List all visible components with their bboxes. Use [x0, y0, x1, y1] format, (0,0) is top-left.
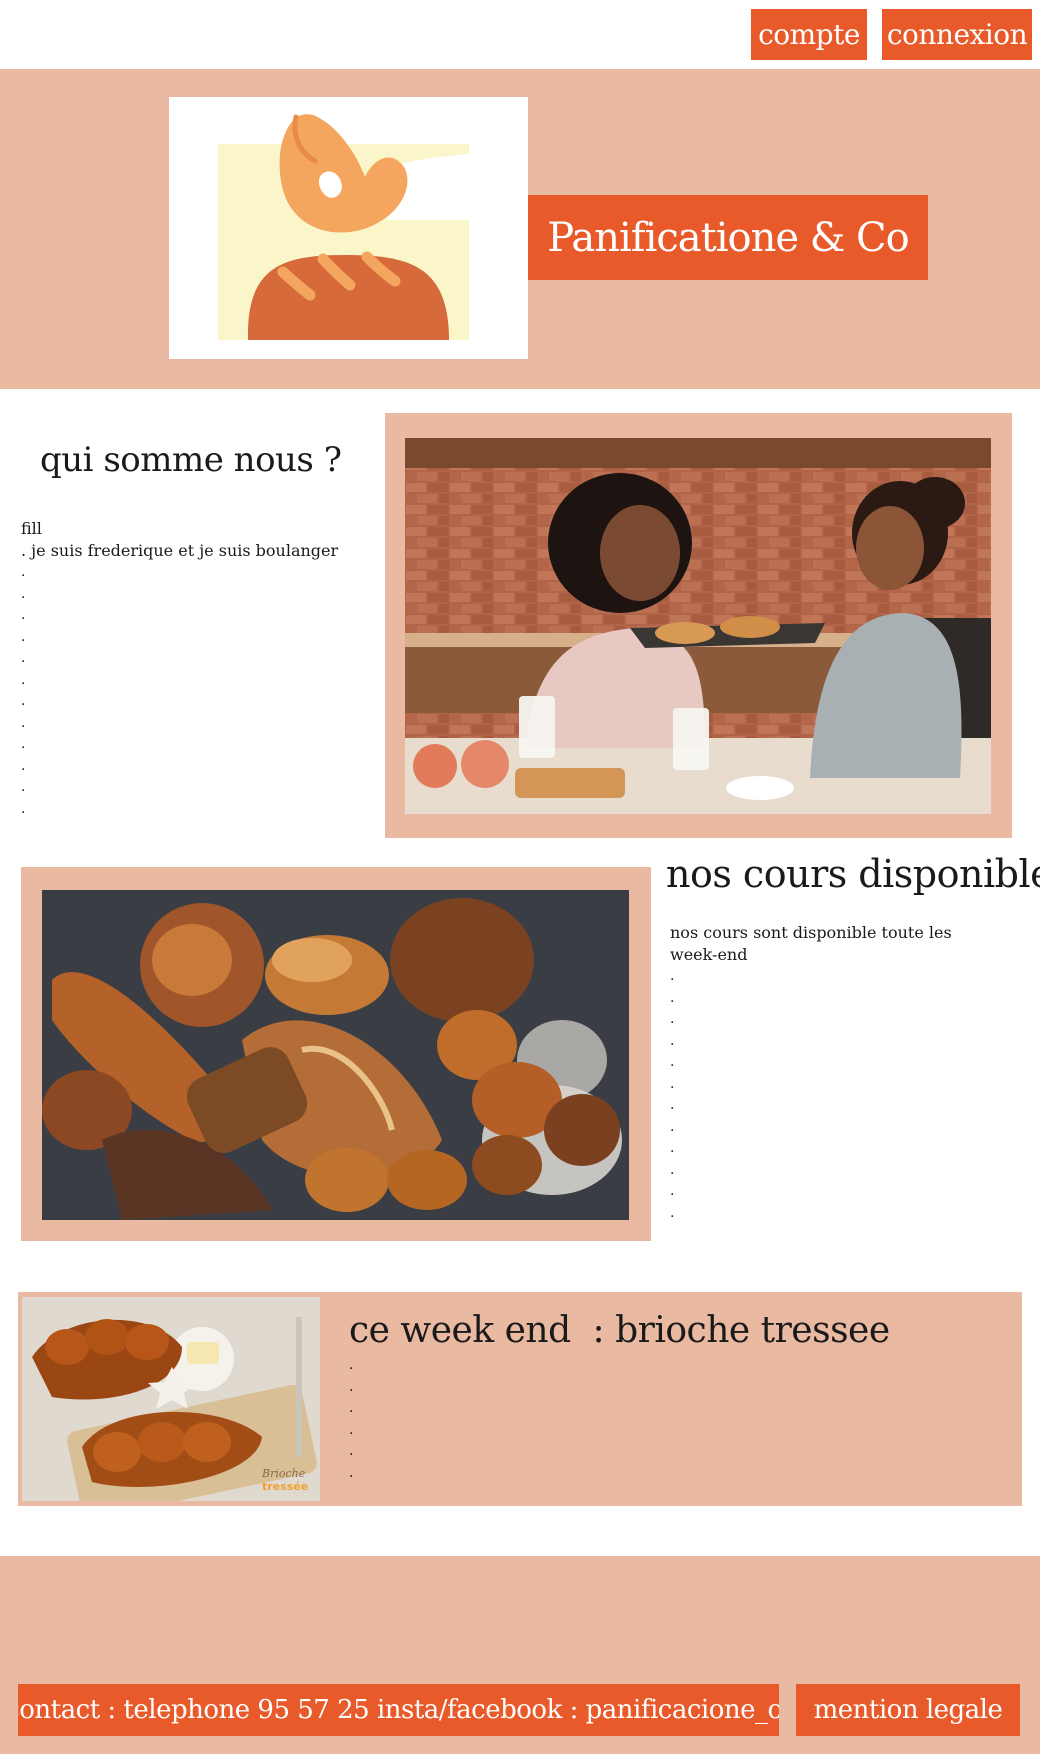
brand-name: Panificatione & Co	[547, 214, 909, 261]
brioche-photo-caption-1: Brioche	[262, 1467, 306, 1480]
about-dots: . . . . . . . . . . . .	[21, 564, 26, 817]
about-text: fill . je suis frederique et je suis bou…	[21, 518, 338, 820]
about-line-2: . je suis frederique et je suis boulange…	[21, 541, 339, 560]
courses-dots: . . . . . . . . . . . .	[670, 968, 675, 1221]
contact-button[interactable]: contact : telephone 95 57 25 insta/faceb…	[18, 1684, 779, 1736]
logo-bread-hand-icon	[218, 114, 469, 340]
account-button[interactable]: compte	[751, 9, 867, 60]
login-button[interactable]: connexion	[882, 9, 1032, 60]
courses-title: nos cours disponible	[666, 852, 1040, 896]
brioche-photo: Brioche tressée	[22, 1297, 320, 1501]
weekend-dots: . . . . . .	[349, 1357, 354, 1481]
brioche-photo-caption-2: tressée	[262, 1480, 309, 1493]
weekend-title: ce week end : brioche tressee	[349, 1310, 890, 1351]
logo	[169, 97, 528, 359]
courses-description: nos cours sont disponible toute les week…	[670, 923, 952, 964]
about-title: qui somme nous ?	[40, 440, 342, 480]
courses-text: nos cours sont disponible toute les week…	[670, 922, 970, 1224]
legal-notice-button[interactable]: mention legale	[796, 1684, 1020, 1736]
assorted-bread-photo	[42, 890, 629, 1220]
about-line-1: fill	[21, 519, 42, 538]
brand-name-box: Panificatione & Co	[528, 195, 928, 280]
baking-family-photo	[405, 438, 991, 814]
